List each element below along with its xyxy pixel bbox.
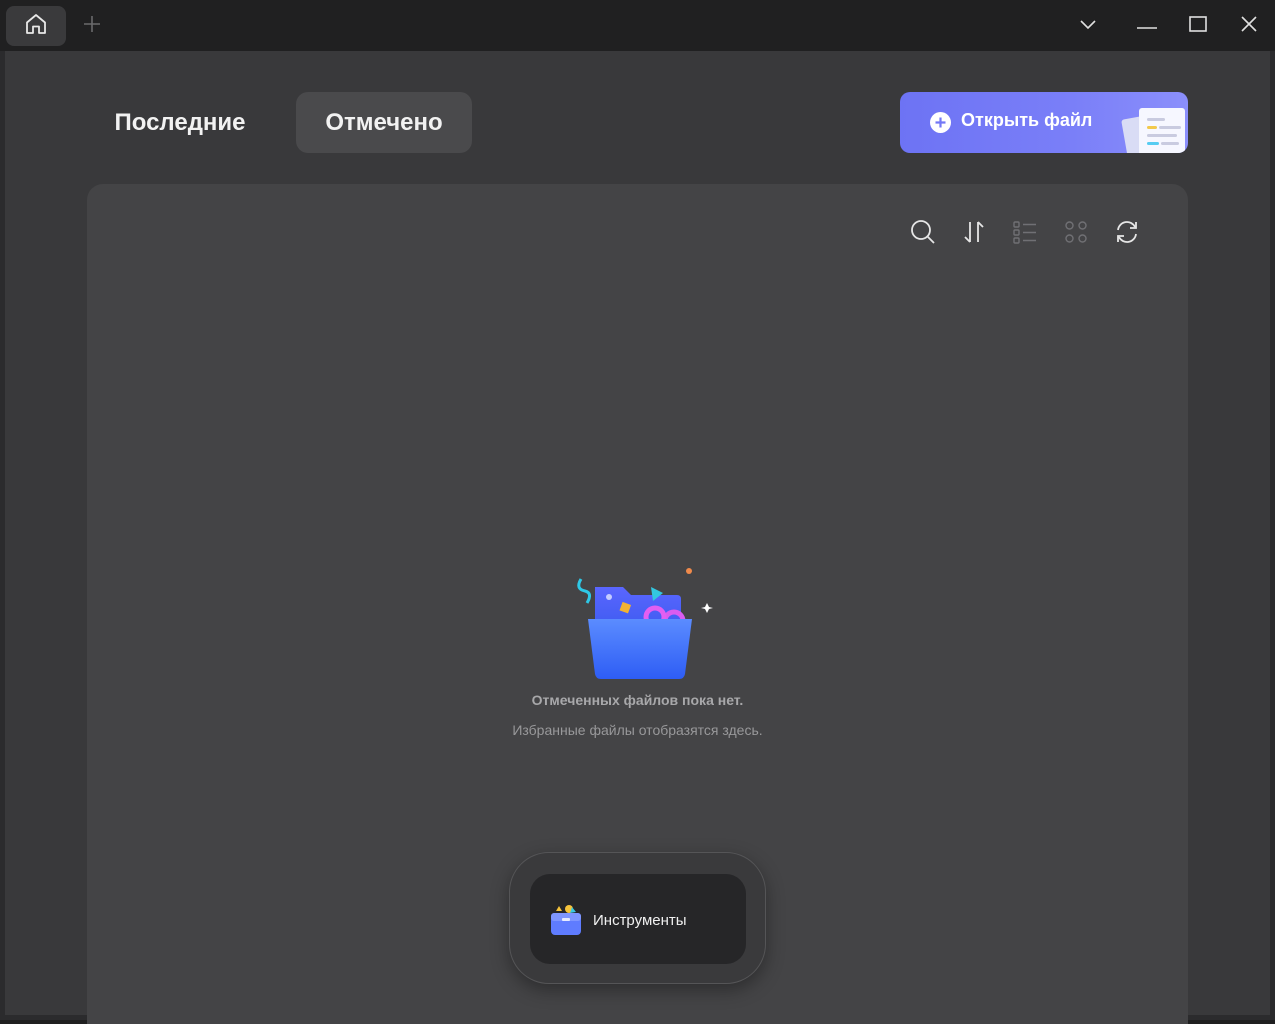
home-tab[interactable]: [6, 6, 66, 46]
plus-icon: [83, 15, 101, 38]
home-icon: [23, 11, 49, 42]
open-file-label: Открыть файл: [961, 110, 1093, 130]
toolbox-icon: [550, 904, 582, 941]
search-button[interactable]: [908, 219, 938, 249]
title-bar: [0, 0, 1275, 51]
tab-marked[interactable]: Отмечено: [296, 92, 472, 153]
search-icon: [910, 219, 936, 250]
close-button[interactable]: [1233, 10, 1265, 42]
plus-circle-icon: [930, 112, 951, 133]
refresh-button[interactable]: [1112, 219, 1142, 249]
minimize-icon: [1137, 17, 1157, 35]
app-window: Последние Отмечено Открыть файл Отмеченн…: [0, 0, 1275, 1024]
tools-dock: Инструменты: [509, 852, 766, 984]
minimize-button[interactable]: [1131, 10, 1163, 42]
maximize-button[interactable]: [1182, 10, 1214, 42]
sort-icon: [962, 219, 986, 250]
folder-illustration-icon: [565, 559, 715, 689]
empty-state-title: Отмеченных файлов пока нет.: [531, 692, 744, 708]
open-file-button[interactable]: Открыть файл: [900, 92, 1188, 153]
documents-icon: [1115, 100, 1188, 153]
maximize-icon: [1189, 15, 1207, 37]
close-icon: [1241, 15, 1257, 37]
sort-button[interactable]: [959, 219, 989, 249]
tabs-dropdown-button[interactable]: [1072, 10, 1104, 42]
grid-view-button[interactable]: [1061, 219, 1091, 249]
list-view-icon: [1013, 220, 1037, 249]
empty-state-subtitle: Избранные файлы отобразятся здесь.: [512, 722, 763, 738]
tools-button[interactable]: Инструменты: [530, 874, 746, 964]
new-tab-button[interactable]: [80, 14, 104, 38]
grid-view-icon: [1064, 220, 1088, 249]
tab-recent[interactable]: Последние: [95, 92, 265, 153]
list-view-button[interactable]: [1010, 219, 1040, 249]
tools-label: Инструменты: [593, 912, 687, 929]
refresh-icon: [1114, 219, 1140, 250]
chevron-down-icon: [1080, 17, 1096, 35]
